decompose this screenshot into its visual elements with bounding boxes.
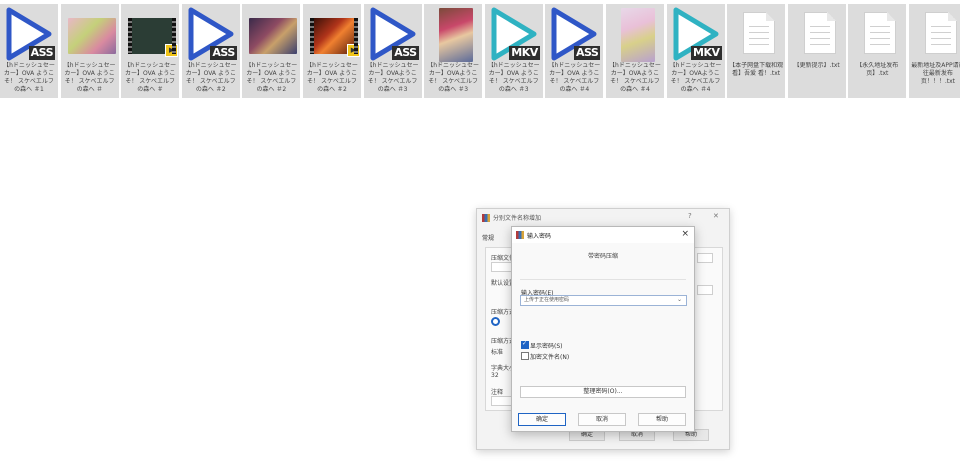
- file-name: 【hドニッシュセーカー】OVA ようこそ！ スケベエルフの森へ ＃: [63, 62, 116, 93]
- media-player-icon: ASS: [548, 6, 601, 62]
- file-name: 【本子网盘下载和观看】吾爱 看！.txt: [729, 62, 784, 77]
- chevron-down-icon[interactable]: ⌄: [677, 295, 682, 305]
- archive-dialog-title: 分别文件名称增加: [493, 215, 542, 222]
- file-name: 【hドニッシュセーカー】OVA ようこそ！ スケベエルフの森へ ＃2: [245, 62, 298, 93]
- image-thumbnail: [64, 6, 116, 62]
- file-item[interactable]: ASS 【hドニッシュセーカー】OVA ようこそ！ スケベエルフの森へ ＃4: [545, 4, 604, 98]
- help-button[interactable]: 帮助: [638, 413, 686, 426]
- document-page: [743, 12, 776, 54]
- file-name: 【hドニッシュセーカー】OVAようこそ！ スケベエルフの森へ ＃3: [366, 62, 419, 93]
- file-name: 【hドニッシュセーカー】OVAようこそ！ スケベエルフの森へ ＃4: [669, 62, 722, 93]
- compression-value: 标准: [491, 349, 504, 356]
- file-item[interactable]: ▶ 【hドニッシュセーカー】OVA ようこそ！ スケベエルフの森へ ＃: [121, 4, 180, 98]
- text-document-icon: [791, 6, 843, 62]
- document-page: [864, 12, 897, 54]
- media-player-icon: MKV: [488, 6, 540, 62]
- file-item[interactable]: 【hドニッシュセーカー】OVAようこそ！ スケベエルフの森へ ＃3: [424, 4, 483, 98]
- archive-name-field[interactable]: [491, 262, 513, 272]
- close-icon[interactable]: ×: [681, 229, 689, 239]
- file-item[interactable]: ▶ 【hドニッシュセーカー】OVA ようこそ！ スケベエルフの森へ ＃2: [302, 4, 361, 98]
- file-name: 【hドニッシュセーカー】OVAようこそ！ スケベエルフの森へ ＃4: [609, 62, 661, 93]
- show-password-checkbox[interactable]: [521, 340, 529, 349]
- file-name: 【hドニッシュセーカー】OVA ようこそ！ スケベエルフの森へ ＃2: [184, 62, 237, 93]
- image-preview: [620, 8, 655, 62]
- image-thumbnail: [427, 6, 479, 62]
- file-item[interactable]: 【永久地址发布页】.txt: [848, 4, 907, 98]
- file-name: 最新地址及APP请前往最新发布页！！！.txt: [911, 62, 960, 85]
- file-name: 【hドニッシュセーカー】OVA ようこそ！ スケベエルフの森へ ＃1: [3, 62, 55, 93]
- media-player-icon: ASS: [3, 6, 55, 62]
- close-icon[interactable]: ✕: [713, 212, 719, 220]
- file-type-badge: ASS: [28, 46, 55, 60]
- media-player-icon: ASS: [185, 6, 237, 62]
- organize-passwords-button[interactable]: 整理密码(O)...: [520, 386, 686, 398]
- image-preview: [439, 8, 474, 62]
- image-thumbnail: [609, 6, 661, 62]
- password-heading: 带密码压缩: [587, 253, 618, 260]
- file-item[interactable]: MKV 【hドニッシュセーカー】OVA ようこそ！ スケベエルフの森へ ＃3: [484, 4, 543, 98]
- password-dialog-titlebar: 输入密码 ×: [512, 227, 694, 243]
- winrar-icon: [482, 214, 490, 222]
- file-item[interactable]: ASS 【hドニッシュセーカー】OVA ようこそ！ スケベエルフの森へ ＃1: [0, 4, 58, 98]
- cancel-button[interactable]: 取消: [578, 413, 626, 426]
- file-name: 【hドニッシュセーカー】OVA ようこそ！ スケベエルフの森へ ＃3: [487, 62, 540, 93]
- image-preview: [67, 18, 116, 54]
- file-item[interactable]: ASS 【hドニッシュセーカー】OVA ようこそ！ スケベエルフの森へ ＃2: [181, 4, 240, 98]
- video-thumbnail: ▶: [306, 6, 360, 62]
- archive-dialog-titlebar: 分别文件名称增加 ? ✕: [477, 209, 729, 227]
- video-thumbnail: ▶: [124, 6, 179, 62]
- video-preview: ▶: [128, 18, 179, 57]
- browse-field[interactable]: [697, 253, 713, 263]
- media-player-icon: ASS: [367, 6, 419, 62]
- dictionary-value: 32: [491, 372, 499, 379]
- file-item[interactable]: 【hドニッシュセーカー】OVAようこそ！ スケベエルフの森へ ＃4: [605, 4, 664, 98]
- file-name: 【hドニッシュセーカー】OVAようこそ！ スケベエルフの森へ ＃3: [427, 62, 480, 93]
- encrypt-filenames-checkbox[interactable]: [521, 352, 529, 360]
- text-document-icon: [851, 6, 903, 62]
- format-radio[interactable]: [491, 317, 500, 326]
- document-page: [803, 12, 836, 54]
- file-item[interactable]: 【hドニッシュセーカー】OVA ようこそ！ スケベエルフの森へ ＃2: [242, 4, 301, 98]
- file-type-badge: ASS: [573, 46, 601, 60]
- image-thumbnail: [245, 6, 298, 62]
- video-preview: ▶: [309, 18, 360, 57]
- image-preview: [249, 18, 298, 54]
- file-grid: ASS 【hドニッシュセーカー】OVA ようこそ！ スケベエルフの森へ ＃1 【hド…: [0, 4, 960, 100]
- profile-select[interactable]: [697, 285, 713, 295]
- text-document-icon: [730, 6, 782, 62]
- help-icon[interactable]: ?: [688, 212, 692, 220]
- file-type-badge: ASS: [210, 46, 237, 60]
- file-type-badge: MKV: [509, 46, 540, 60]
- file-type-badge: ASS: [392, 46, 419, 60]
- text-document-icon: [912, 6, 960, 62]
- winrar-icon: [516, 231, 524, 239]
- file-name: 【永久地址发布页】.txt: [856, 62, 899, 77]
- comment-field[interactable]: [491, 396, 513, 406]
- comment-label: 注释: [491, 389, 504, 396]
- video-icon: ▶: [165, 44, 179, 57]
- document-page: [924, 12, 957, 54]
- divider: [520, 279, 686, 280]
- file-item[interactable]: 【本子网盘下载和观看】吾爱 看！.txt: [727, 4, 786, 98]
- file-name: 【hドニッシュセーカー】OVA ようこそ！ スケベエルフの森へ ＃4: [548, 62, 601, 93]
- encrypt-filenames-label: 加密文件名(N): [530, 354, 570, 361]
- file-item[interactable]: ASS 【hドニッシュセーカー】OVAようこそ！ スケベエルフの森へ ＃3: [363, 4, 422, 98]
- file-item[interactable]: MKV 【hドニッシュセーカー】OVAようこそ！ スケベエルフの森へ ＃4: [666, 4, 725, 98]
- file-item[interactable]: 【更新提示】.txt: [787, 4, 846, 98]
- media-player-icon: MKV: [670, 6, 722, 62]
- show-password-label: 显示密码(S): [530, 343, 563, 350]
- file-type-badge: MKV: [691, 46, 722, 60]
- video-icon: ▶: [346, 44, 360, 57]
- password-dialog-title: 输入密码: [527, 233, 552, 240]
- tab-general[interactable]: 常规: [482, 233, 494, 242]
- password-dialog: 输入密码 × 带密码压缩 输入密码(E) 上传于正在使用密码 ⌄ 显示密码(S)…: [511, 226, 695, 432]
- file-name: 【更新提示】.txt: [793, 62, 840, 69]
- file-name: 【hドニッシュセーカー】OVA ようこそ！ スケベエルフの森へ ＃: [124, 62, 177, 93]
- file-item[interactable]: 最新地址及APP请前往最新发布页！！！.txt: [908, 4, 960, 98]
- file-item[interactable]: 【hドニッシュセーカー】OVA ようこそ！ スケベエルフの森へ ＃: [60, 4, 119, 98]
- ok-button[interactable]: 确定: [518, 413, 566, 426]
- password-input[interactable]: 上传于正在使用密码: [520, 295, 687, 306]
- file-name: 【hドニッシュセーカー】OVA ようこそ！ スケベエルフの森へ ＃2: [306, 62, 358, 93]
